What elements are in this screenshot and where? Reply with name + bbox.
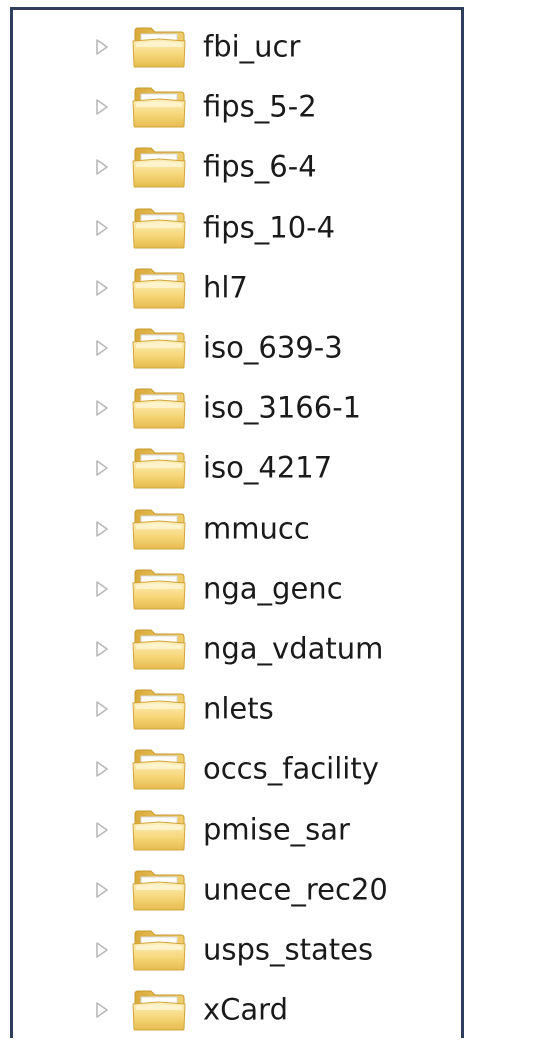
collapsed-triangle-icon[interactable] — [94, 940, 110, 960]
collapsed-triangle-icon[interactable] — [94, 278, 110, 298]
tree-item[interactable]: usps_states — [13, 920, 461, 980]
collapsed-triangle-icon[interactable] — [94, 37, 110, 57]
folder-tree-window: fbi_ucr fips_5-2 fips_6-4 fips_10-4 hl7 iso_6… — [0, 0, 536, 1038]
tree-item-label: xCard — [203, 992, 289, 1027]
collapsed-triangle-icon[interactable] — [94, 338, 110, 358]
collapsed-triangle-icon[interactable] — [94, 97, 110, 117]
tree-item[interactable]: mmucc — [13, 499, 461, 559]
folder-tree: fbi_ucr fips_5-2 fips_6-4 fips_10-4 hl7 iso_6… — [13, 10, 461, 1038]
folder-icon — [131, 627, 187, 671]
folder-icon — [131, 326, 187, 370]
tree-item-label: fips_6-4 — [203, 149, 317, 184]
tree-item-label: nlets — [203, 691, 274, 726]
collapsed-triangle-icon[interactable] — [94, 639, 110, 659]
folder-icon — [131, 266, 187, 310]
tree-item-label: pmise_sar — [203, 812, 350, 847]
tree-item[interactable]: fbi_ucr — [13, 17, 461, 77]
tree-item-label: fbi_ucr — [203, 29, 301, 64]
folder-icon — [131, 687, 187, 731]
tree-item[interactable]: fips_10-4 — [13, 198, 461, 258]
tree-item-label: usps_states — [203, 932, 374, 967]
tree-item[interactable]: iso_4217 — [13, 438, 461, 498]
tree-item[interactable]: occs_facility — [13, 739, 461, 799]
tree-item-label: iso_4217 — [203, 450, 333, 485]
folder-icon — [131, 145, 187, 189]
tree-item-label: hl7 — [203, 270, 248, 305]
collapsed-triangle-icon[interactable] — [94, 519, 110, 539]
tree-item[interactable]: nga_vdatum — [13, 619, 461, 679]
tree-item-label: fips_10-4 — [203, 210, 336, 245]
folder-icon — [131, 808, 187, 852]
tree-item-label: iso_639-3 — [203, 330, 343, 365]
tree-item-label: iso_3166-1 — [203, 390, 362, 425]
tree-item[interactable]: fips_6-4 — [13, 137, 461, 197]
tree-item[interactable]: nlets — [13, 679, 461, 739]
collapsed-triangle-icon[interactable] — [94, 458, 110, 478]
tree-item[interactable]: iso_3166-1 — [13, 378, 461, 438]
collapsed-triangle-icon[interactable] — [94, 880, 110, 900]
tree-item[interactable]: pmise_sar — [13, 800, 461, 860]
tree-item[interactable]: hl7 — [13, 258, 461, 318]
collapsed-triangle-icon[interactable] — [94, 398, 110, 418]
folder-icon — [131, 446, 187, 490]
collapsed-triangle-icon[interactable] — [94, 759, 110, 779]
tree-item[interactable]: iso_639-3 — [13, 318, 461, 378]
collapsed-triangle-icon[interactable] — [94, 579, 110, 599]
folder-icon — [131, 928, 187, 972]
folder-icon — [131, 747, 187, 791]
tree-item[interactable]: nga_genc — [13, 559, 461, 619]
tree-item-label: nga_vdatum — [203, 631, 384, 666]
tree-item[interactable]: fips_5-2 — [13, 77, 461, 137]
collapsed-triangle-icon[interactable] — [94, 218, 110, 238]
folder-icon — [131, 206, 187, 250]
window-border-right — [461, 7, 464, 1038]
folder-icon — [131, 868, 187, 912]
folder-icon — [131, 25, 187, 69]
collapsed-triangle-icon[interactable] — [94, 157, 110, 177]
tree-item-label: unece_rec20 — [203, 872, 388, 907]
folder-icon — [131, 567, 187, 611]
folder-icon — [131, 85, 187, 129]
folder-icon — [131, 386, 187, 430]
tree-item-label: fips_5-2 — [203, 89, 317, 124]
collapsed-triangle-icon[interactable] — [94, 820, 110, 840]
tree-item[interactable]: xCard — [13, 980, 461, 1040]
collapsed-triangle-icon[interactable] — [94, 699, 110, 719]
tree-item-label: occs_facility — [203, 751, 379, 786]
collapsed-triangle-icon[interactable] — [94, 1000, 110, 1020]
tree-item-label: mmucc — [203, 511, 310, 546]
tree-item[interactable]: unece_rec20 — [13, 860, 461, 920]
folder-icon — [131, 507, 187, 551]
folder-icon — [131, 988, 187, 1032]
tree-item-label: nga_genc — [203, 571, 343, 606]
